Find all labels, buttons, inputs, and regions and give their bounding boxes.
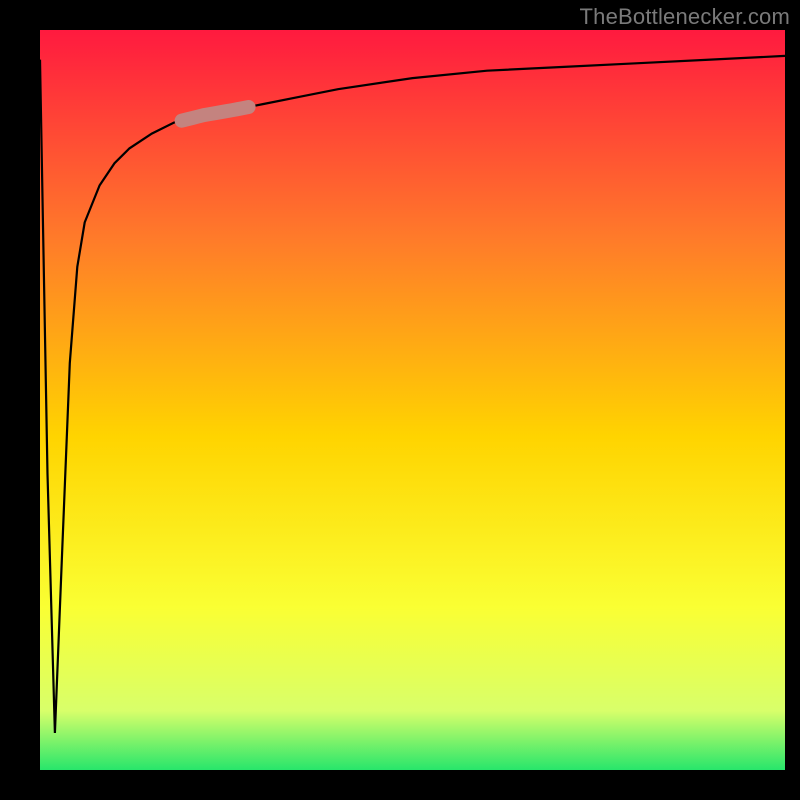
watermark-label: TheBottlenecker.com xyxy=(580,4,790,30)
bottleneck-chart xyxy=(0,0,800,800)
plot-background xyxy=(40,30,785,770)
chart-stage: TheBottlenecker.com xyxy=(0,0,800,800)
